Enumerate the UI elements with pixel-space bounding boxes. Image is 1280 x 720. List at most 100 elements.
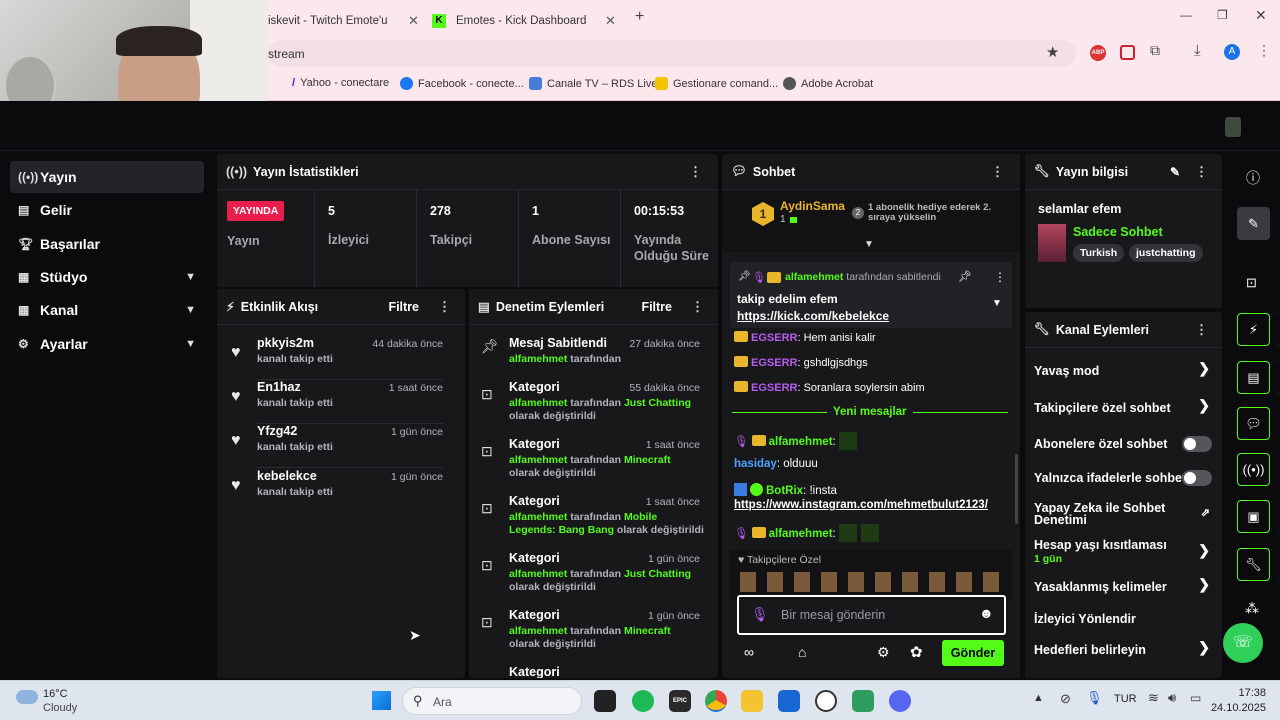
url-field[interactable]: stream ★ bbox=[268, 40, 1076, 67]
chatgpt-icon[interactable] bbox=[815, 690, 837, 712]
more-options-icon[interactable]: ⋮ bbox=[994, 270, 1006, 284]
network-off-icon[interactable]: ⊘ bbox=[1060, 691, 1071, 707]
lightning-icon[interactable]: ⚡︎ bbox=[1237, 313, 1270, 346]
chat-bubble-icon[interactable]: 💬︎ bbox=[1237, 407, 1270, 440]
info-icon[interactable]: ⓘ bbox=[1246, 168, 1260, 188]
download-icon[interactable]: ⤓ bbox=[1194, 42, 1201, 59]
bookmark-yahoo[interactable]: / Yahoo - conectare bbox=[292, 77, 389, 89]
battery-icon[interactable]: ▭ bbox=[1190, 691, 1201, 705]
action-ai-moderation[interactable]: Yapay Zeka ile Sohbet Denetimi ⇗ bbox=[1025, 500, 1222, 528]
close-window-icon[interactable]: ✕ bbox=[1255, 7, 1267, 24]
more-options-icon[interactable]: ⋮ bbox=[1195, 164, 1208, 180]
filter-button[interactable]: Filtre bbox=[641, 300, 672, 314]
action-goals[interactable]: Hedefleri belirleyin ❯ bbox=[1025, 639, 1222, 661]
bookmark-adobe[interactable]: Adobe Acrobat bbox=[783, 77, 873, 90]
wrench-icon[interactable]: 🔧︎ bbox=[1237, 548, 1270, 581]
extensions-puzzle-icon[interactable]: ⧉ bbox=[1150, 42, 1160, 59]
tab-kick-dashboard[interactable]: K Emotes - Kick Dashboard ✕ bbox=[432, 6, 622, 36]
action-banned-words[interactable]: Yasaklanmış kelimeler ❯ bbox=[1025, 576, 1222, 598]
maximize-icon[interactable]: ❐ bbox=[1217, 8, 1228, 22]
emote-only-toggle[interactable] bbox=[1182, 470, 1212, 486]
clock-date[interactable]: 24.10.2025 bbox=[1206, 702, 1266, 714]
windows-start-icon[interactable] bbox=[372, 691, 391, 710]
chat-input[interactable]: 🎙︎ Bir mesaj gönderin ☻ bbox=[737, 595, 1006, 635]
microphone-icon[interactable]: 🎙︎ bbox=[1086, 690, 1103, 706]
chevron-down-icon: ▼ bbox=[185, 304, 196, 316]
emote-list[interactable] bbox=[740, 572, 1010, 592]
sidebar-item-yayin[interactable]: ((•)) Yayın bbox=[10, 161, 204, 193]
document-icon[interactable]: ▤ bbox=[1237, 361, 1270, 394]
bookmark-star-icon[interactable]: ★ bbox=[1046, 43, 1059, 61]
subscribers-only-toggle[interactable] bbox=[1182, 436, 1212, 452]
adblock-icon[interactable]: ABP bbox=[1090, 45, 1106, 61]
edit-layout-icon[interactable]: ✎ bbox=[1237, 207, 1270, 240]
gift-icon[interactable]: ✿ bbox=[910, 643, 923, 661]
discord-icon[interactable] bbox=[889, 690, 911, 712]
chevron-down-icon[interactable]: ▼ bbox=[992, 298, 1002, 309]
close-tab-icon[interactable]: ✕ bbox=[408, 13, 419, 29]
top-gifter-name[interactable]: AydinSama bbox=[780, 199, 845, 213]
weather-desc[interactable]: Cloudy bbox=[43, 702, 77, 714]
sidebar-item-ayarlar[interactable]: ⚙ Ayarlar ▼ bbox=[10, 328, 204, 360]
profile-avatar[interactable]: A bbox=[1224, 44, 1240, 60]
action-followers-only[interactable]: Takipçilere özel sohbet ❯ bbox=[1025, 397, 1222, 419]
chat-scrollbar[interactable] bbox=[1015, 454, 1018, 524]
bookmark-gestionare[interactable]: Gestionare comand... bbox=[655, 77, 778, 90]
wifi-icon[interactable]: ≋ bbox=[1148, 690, 1159, 706]
chat-link[interactable]: https://www.instagram.com/mehmetbulut212… bbox=[734, 499, 988, 511]
support-chat-icon[interactable]: ☏ bbox=[1223, 623, 1263, 663]
task-view-icon[interactable] bbox=[594, 690, 616, 712]
send-button[interactable]: Gönder bbox=[942, 640, 1004, 666]
edit-icon[interactable]: ✎ bbox=[1170, 165, 1180, 179]
new-tab-icon[interactable]: + bbox=[635, 8, 644, 26]
user-avatar[interactable] bbox=[1225, 117, 1241, 137]
category-name[interactable]: Sadece Sohbet bbox=[1073, 225, 1163, 239]
chrome-icon[interactable] bbox=[705, 690, 727, 712]
volume-icon[interactable]: 🔊︎ bbox=[1168, 690, 1176, 706]
action-account-age[interactable]: Hesap yaşı kısıtlaması 1 gün ❯ bbox=[1025, 537, 1222, 565]
minimize-icon[interactable]: — bbox=[1180, 8, 1192, 22]
bookmark-rds[interactable]: Canale TV – RDS Live bbox=[529, 77, 657, 90]
unpin-icon[interactable]: 📌︎ bbox=[958, 270, 972, 283]
file-explorer-icon[interactable] bbox=[741, 690, 763, 712]
extension-icon[interactable] bbox=[1120, 45, 1135, 60]
spotify-icon[interactable] bbox=[632, 690, 654, 712]
close-tab-icon[interactable]: ✕ bbox=[605, 13, 616, 29]
emoji-icon[interactable]: ☻ bbox=[979, 605, 994, 621]
focus-icon[interactable]: ⊡ bbox=[1246, 275, 1257, 291]
community-icon[interactable]: ⁂ bbox=[1245, 600, 1259, 617]
broadcast-icon[interactable]: ((•)) bbox=[1237, 453, 1270, 486]
tab-twitch-emote[interactable]: iskevit - Twitch Emote'u ✕ bbox=[268, 6, 428, 36]
browser-menu-icon[interactable]: ⋮ bbox=[1257, 42, 1271, 59]
app-icon[interactable] bbox=[852, 690, 874, 712]
collapse-icon[interactable]: ▼ bbox=[864, 239, 874, 250]
taskbar-search[interactable]: ⚲ Ara bbox=[402, 687, 582, 715]
combo-icon[interactable]: ∞ bbox=[744, 644, 754, 660]
sidebar-item-basarilar[interactable]: 🏆︎ Başarılar bbox=[10, 228, 204, 260]
tag-chip[interactable]: Turkish bbox=[1073, 244, 1125, 262]
action-raid[interactable]: İzleyici Yönlendir bbox=[1025, 608, 1222, 630]
sidebar-item-kanal[interactable]: ▦ Kanal ▼ bbox=[10, 294, 204, 326]
more-options-icon[interactable]: ⋮ bbox=[438, 299, 451, 315]
bookmark-facebook[interactable]: Facebook - conecte... bbox=[400, 77, 524, 90]
more-options-icon[interactable]: ⋮ bbox=[1195, 322, 1208, 338]
weather-temp[interactable]: 16°C bbox=[43, 688, 68, 700]
more-options-icon[interactable]: ⋮ bbox=[689, 164, 702, 180]
tag-chip[interactable]: justchatting bbox=[1129, 244, 1203, 262]
chevron-up-icon[interactable]: ▲ bbox=[1033, 692, 1044, 704]
layout-icon[interactable]: ▣ bbox=[1237, 500, 1270, 533]
clock-time[interactable]: 17:38 bbox=[1211, 687, 1266, 699]
more-options-icon[interactable]: ⋮ bbox=[991, 164, 1004, 180]
more-options-icon[interactable]: ⋮ bbox=[691, 299, 704, 315]
action-slow-mode[interactable]: Yavaş mod ❯ bbox=[1025, 360, 1222, 382]
pinned-link[interactable]: https://kick.com/kebelekce bbox=[737, 309, 889, 323]
sidebar-item-gelir[interactable]: ▤ Gelir bbox=[10, 194, 204, 226]
gear-icon[interactable]: ⚙ bbox=[877, 644, 890, 661]
epic-games-icon[interactable]: EPIC bbox=[669, 690, 691, 712]
sidebar-item-studyo[interactable]: ▦ Stüdyo ▼ bbox=[10, 261, 204, 293]
store-icon[interactable]: ⌂ bbox=[798, 644, 806, 660]
store-icon[interactable] bbox=[778, 690, 800, 712]
filter-button[interactable]: Filtre bbox=[388, 300, 419, 314]
language-indicator[interactable]: TUR bbox=[1114, 693, 1137, 705]
action-emote-only: Yalnızca ifadelerle sohbet bbox=[1025, 467, 1222, 489]
